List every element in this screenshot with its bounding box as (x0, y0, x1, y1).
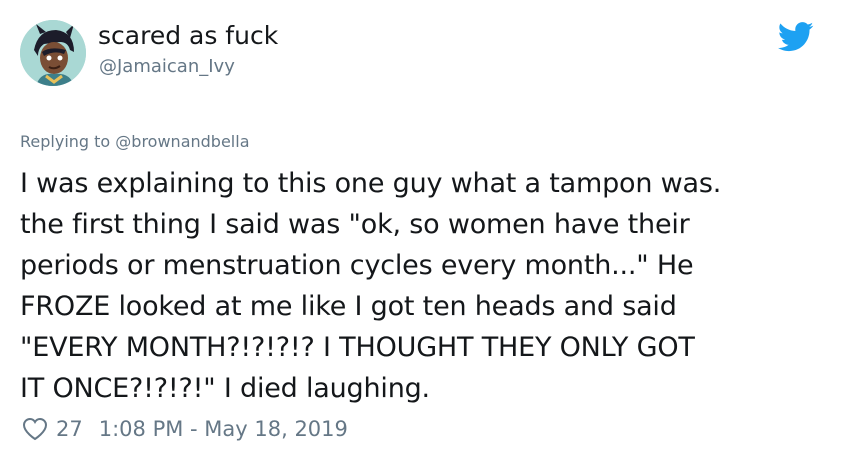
display-name[interactable]: scared as fuck (98, 20, 278, 52)
tweet-timestamp[interactable]: 1:08 PM - May 18, 2019 (99, 417, 348, 441)
reply-prefix: Replying to (20, 132, 116, 151)
tweet-footer: 27 1:08 PM - May 18, 2019 (22, 414, 348, 444)
reply-context: Replying to @brownandbella (20, 132, 250, 152)
tweet-text: I was explaining to this one guy what a … (20, 168, 722, 404)
reply-mention-link[interactable]: @brownandbella (115, 132, 249, 151)
twitter-bird-icon[interactable] (777, 22, 814, 52)
like-count[interactable]: 27 (56, 417, 83, 441)
heart-icon[interactable] (22, 417, 48, 441)
avatar[interactable] (20, 20, 86, 86)
user-handle[interactable]: @Jamaican_Ivy (99, 56, 235, 78)
